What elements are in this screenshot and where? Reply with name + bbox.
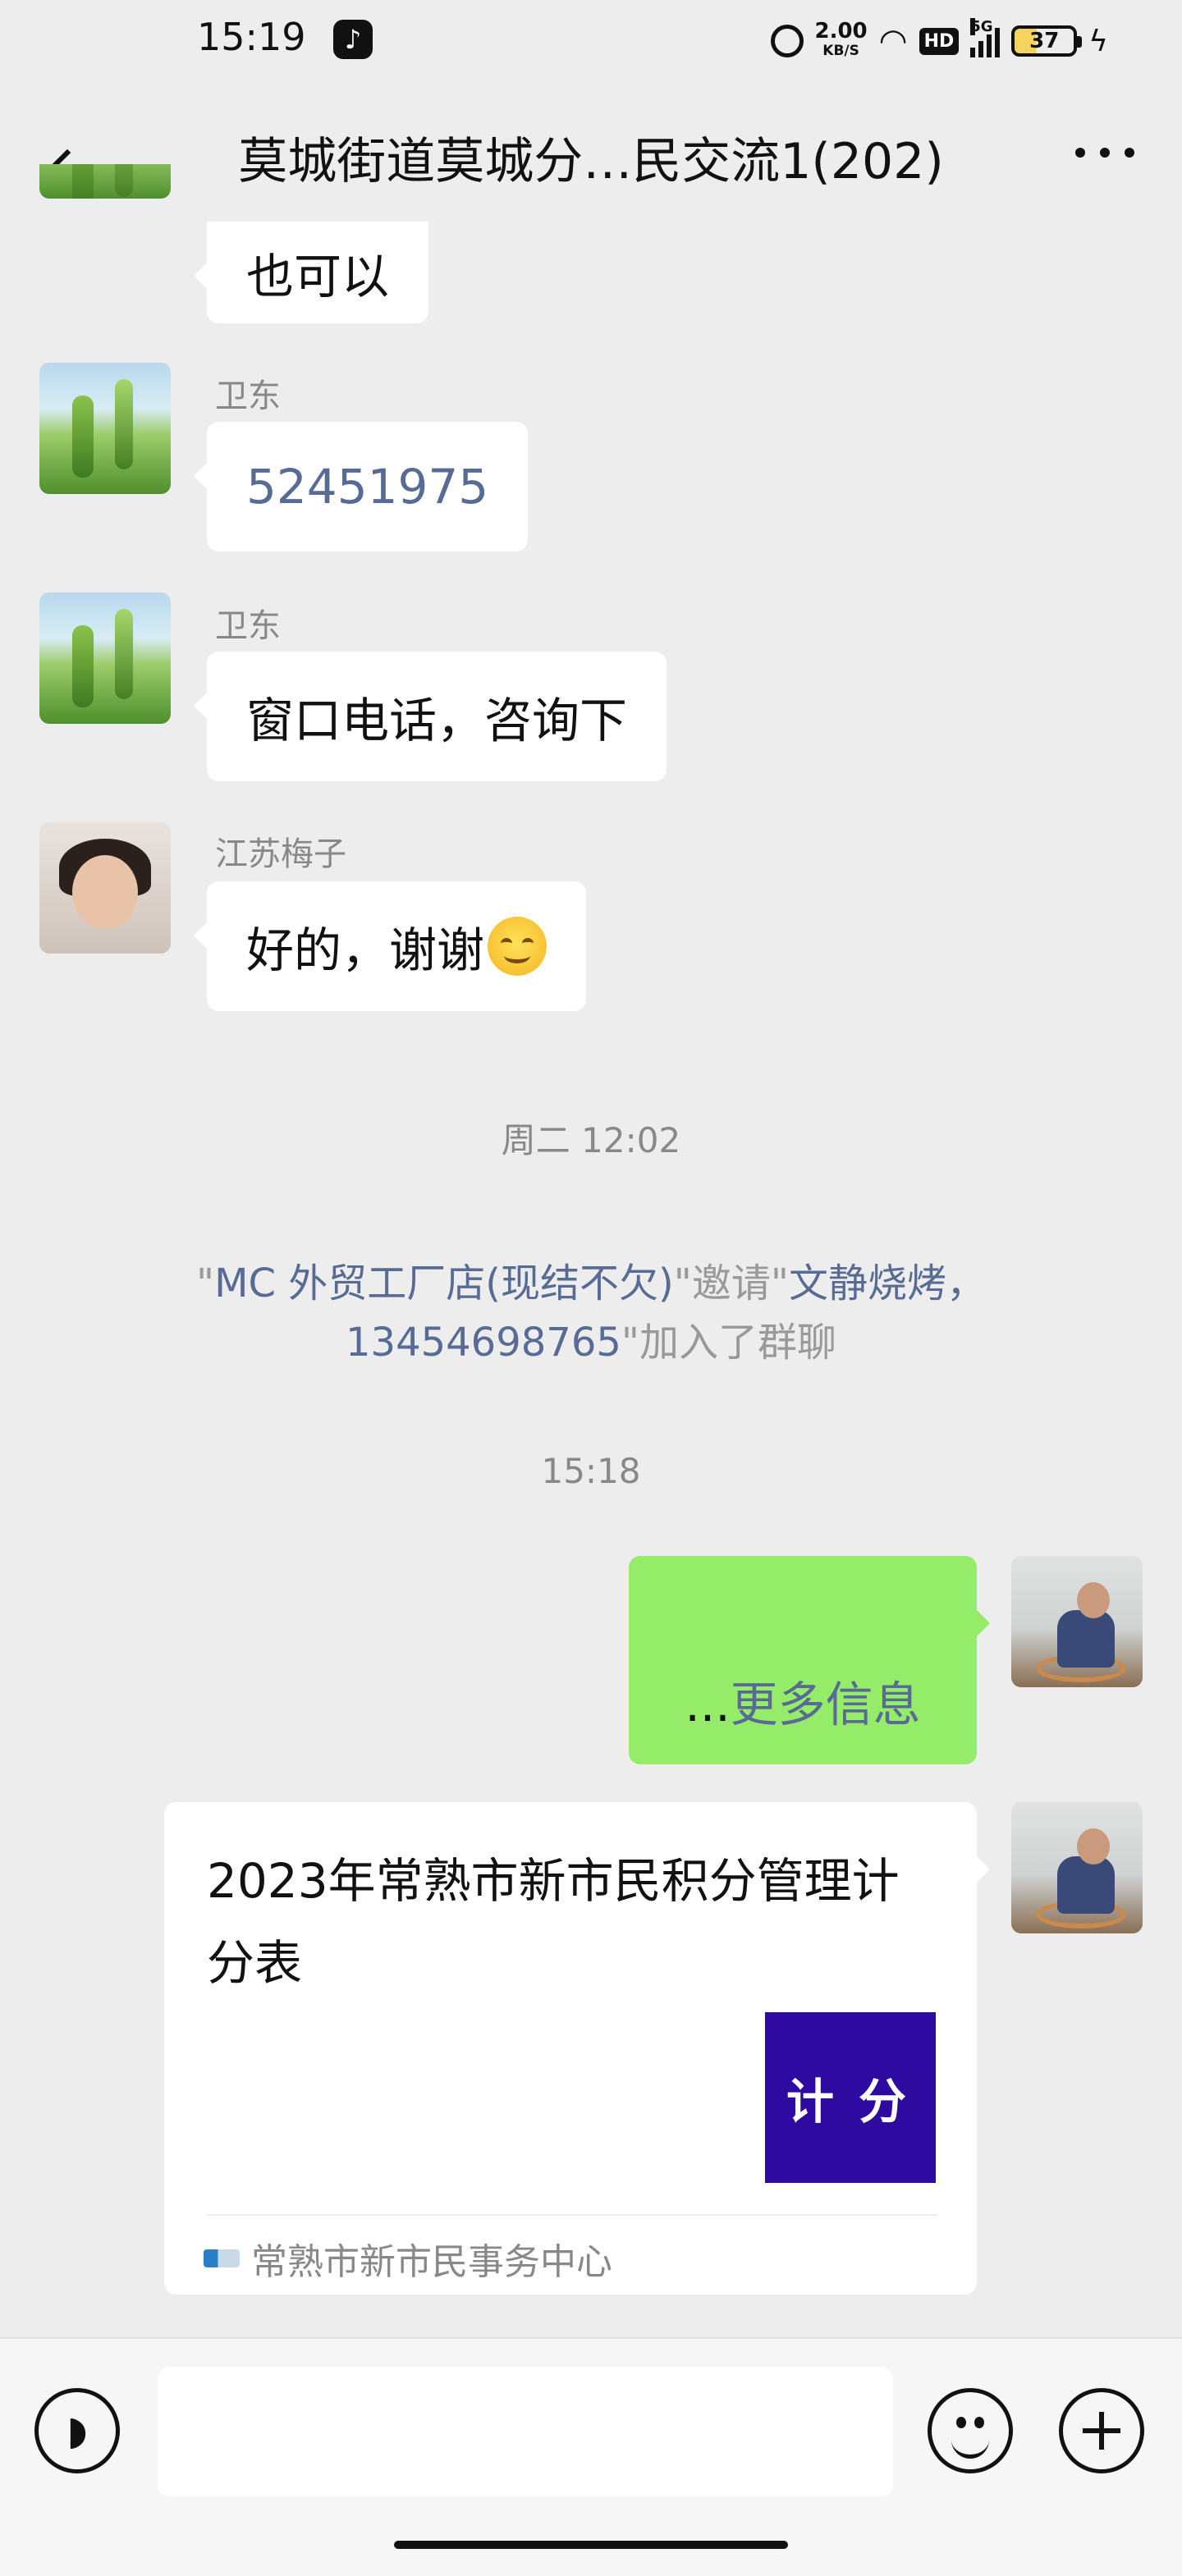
network-type: 5G xyxy=(970,18,993,35)
card-thumbnail: 计分 xyxy=(765,2012,936,2183)
source-logo-icon xyxy=(204,2249,240,2267)
card-source-name: 常熟市新市民事务中心 xyxy=(251,2241,612,2283)
more-info-link[interactable]: 更多信息 xyxy=(731,1677,921,1732)
message-input[interactable] xyxy=(158,2367,893,2496)
system-quote: " xyxy=(196,1261,215,1306)
link-card[interactable]: 2023年常熟市新市民积分管理计分表 计分 常熟市新市民事务中心 xyxy=(164,1802,990,2295)
message-text: 也可以 xyxy=(246,249,390,304)
phone-number-link[interactable]: 52451975 xyxy=(246,459,488,515)
message-text: 窗口电话，咨询下 xyxy=(246,693,628,748)
add-icon[interactable] xyxy=(1059,2388,1144,2473)
system-invite-text: "邀请" xyxy=(673,1261,789,1306)
avatar[interactable] xyxy=(39,593,171,724)
emoji-icon[interactable] xyxy=(928,2388,1013,2473)
status-time: 15:19 xyxy=(197,15,306,59)
hd-icon: HD xyxy=(919,27,960,55)
message-bubble[interactable]: 也可以 xyxy=(193,222,429,323)
sender-name: 江苏梅子 xyxy=(215,835,346,873)
message-bubble[interactable]: 好的，谢谢 xyxy=(193,881,587,1011)
sender-name: 卫东 xyxy=(215,607,281,645)
voice-input-icon[interactable]: ◗ xyxy=(34,2388,120,2473)
invitee-phone[interactable]: 13454698765 xyxy=(346,1320,621,1366)
status-icons: 2.00 KB/S ◠ HD 5G 37 ϟ xyxy=(770,16,1108,66)
avatar[interactable] xyxy=(39,822,171,954)
card-divider xyxy=(207,2214,937,2216)
avatar[interactable] xyxy=(39,363,171,494)
network-speed-unit: KB/S xyxy=(822,43,859,59)
tiktok-notification-icon: ♪ xyxy=(333,20,373,59)
card-source: 常熟市新市民事务中心 xyxy=(204,2232,612,2285)
avatar[interactable] xyxy=(1011,1556,1143,1687)
timestamp: 周二 12:02 xyxy=(501,1120,681,1160)
system-join-text: "加入了群聊 xyxy=(621,1320,837,1366)
battery-icon: 37 xyxy=(1011,25,1083,57)
outgoing-message-bubble[interactable]: ...更多信息 xyxy=(629,1556,990,1764)
message-bubble[interactable]: 52451975 xyxy=(193,422,529,551)
invitee-name[interactable]: 文静烧烤， xyxy=(789,1261,986,1306)
system-message: "MC 外贸工厂店(现结不欠)"邀请"文静烧烤， 13454698765"加入了… xyxy=(131,1254,1051,1372)
status-bar: 15:19 ♪ 2.00 KB/S ◠ HD 5G 37 ϟ xyxy=(0,0,1182,82)
message-text: 好的，谢谢 xyxy=(246,922,485,978)
message-bubble[interactable]: 窗口电话，咨询下 xyxy=(193,652,667,781)
card-title: 2023年常熟市新市民积分管理计分表 xyxy=(207,1853,900,1991)
battery-level: 37 xyxy=(1029,29,1060,53)
chat-title: 莫城街道莫城分…民交流1(202) xyxy=(238,133,944,190)
timestamp: 15:18 xyxy=(541,1451,641,1491)
network-speed-value: 2.00 xyxy=(814,19,868,43)
signal-icon: 5G xyxy=(970,18,1001,57)
inviter-name[interactable]: MC 外贸工厂店(现结不欠) xyxy=(214,1261,674,1306)
network-speed: 2.00 KB/S xyxy=(815,21,868,61)
avatar[interactable] xyxy=(1011,1802,1143,1933)
smile-emoji-icon xyxy=(488,917,547,976)
charging-icon: ϟ xyxy=(1088,24,1108,58)
message-text: ...更多信息 xyxy=(685,1677,921,1732)
sender-name: 卫东 xyxy=(215,377,281,415)
chat-header: 莫城街道莫城分…民交流1(202) xyxy=(0,82,1182,230)
wifi-icon: ◠ xyxy=(878,22,908,60)
more-options-icon[interactable] xyxy=(1075,148,1134,158)
alarm-icon xyxy=(770,25,804,57)
home-indicator[interactable] xyxy=(394,2541,788,2549)
